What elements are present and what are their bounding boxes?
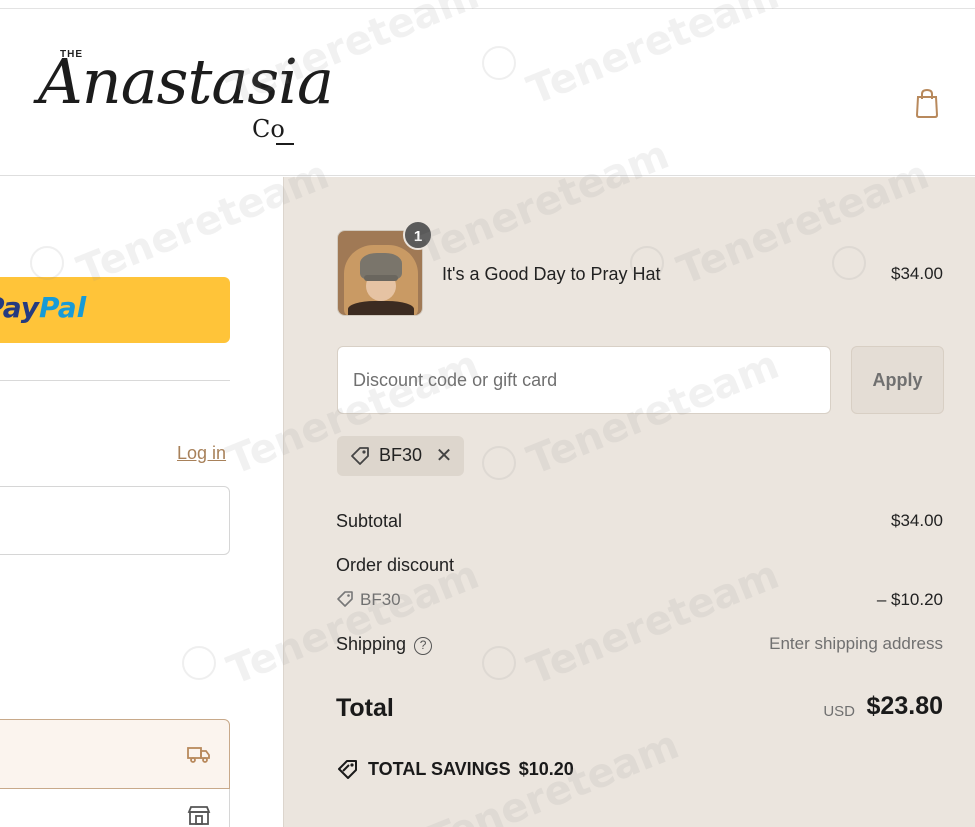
- shipping-label: Shipping: [336, 634, 407, 654]
- discount-code-line: BF30: [336, 590, 401, 610]
- currency-code: USD: [823, 703, 855, 720]
- product-price: $34.00: [891, 264, 943, 283]
- email-field[interactable]: [0, 486, 230, 555]
- login-link[interactable]: Log in: [177, 443, 226, 464]
- delivery-option-pickup[interactable]: [0, 789, 230, 827]
- product-name: It's a Good Day to Pray Hat: [442, 264, 661, 284]
- quantity-badge: 1: [403, 220, 433, 250]
- subtotal-value: $34.00: [891, 511, 943, 530]
- logo-co: Co: [252, 115, 285, 143]
- discount-amount: – $10.20: [876, 590, 943, 609]
- help-circle-icon[interactable]: ?: [414, 637, 433, 655]
- subtotal-label: Subtotal: [336, 511, 403, 531]
- discount-code-text: BF30: [360, 590, 401, 609]
- tag-icon: [351, 447, 369, 465]
- logo-co-underline: [276, 143, 294, 145]
- delivery-option-ship[interactable]: [0, 719, 230, 789]
- cart-button[interactable]: [912, 87, 942, 119]
- savings-amount: $10.20: [518, 759, 574, 779]
- total-label: Total: [336, 694, 394, 722]
- paypal-wordmark: PayPal: [0, 291, 87, 324]
- applied-discount-chip: BF30 ✕: [337, 436, 464, 476]
- shipping-label-row: Shipping?: [336, 634, 433, 655]
- remove-discount-icon[interactable]: ✕: [433, 444, 455, 468]
- checkout-form-column: PayPal Log in: [0, 177, 283, 827]
- truck-icon: [187, 747, 210, 763]
- total-savings: TOTAL SAVINGS $10.20: [336, 758, 574, 780]
- paypal-express-button[interactable]: PayPal: [0, 277, 230, 343]
- order-discount-label: Order discount: [336, 555, 455, 575]
- shipping-value: Enter shipping address: [769, 634, 943, 653]
- applied-code-label: BF30: [379, 445, 423, 465]
- apply-discount-button[interactable]: Apply: [851, 346, 944, 414]
- site-header: Anastasia THE Co: [0, 9, 975, 176]
- total-amount: $23.80: [866, 692, 943, 720]
- store-icon: [187, 806, 211, 825]
- savings-label: TOTAL SAVINGS: [368, 759, 511, 779]
- savings-tag-icon: [338, 760, 357, 779]
- brand-logo[interactable]: Anastasia THE Co: [30, 31, 350, 161]
- discount-code-input[interactable]: [337, 346, 831, 414]
- express-divider: [0, 380, 230, 381]
- logo-the: THE: [60, 49, 83, 60]
- shopping-bag-icon: [915, 88, 939, 118]
- order-summary: 1 It's a Good Day to Pray Hat $34.00 App…: [283, 177, 975, 827]
- tag-icon: [337, 591, 353, 607]
